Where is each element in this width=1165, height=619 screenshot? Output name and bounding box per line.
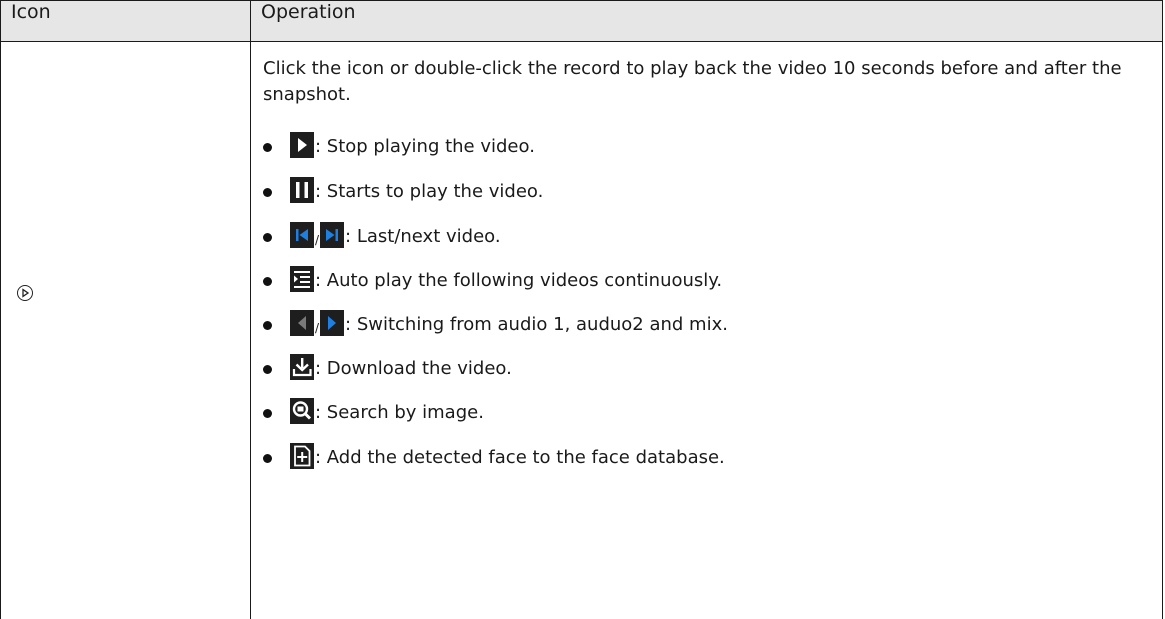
table-header-row: Icon Operation — [0, 0, 1163, 42]
list-item: : Add the detected face to the face data… — [263, 439, 725, 469]
search-by-image-icon — [290, 398, 314, 424]
add-face-icon — [290, 443, 314, 469]
play-icon — [290, 132, 314, 158]
table-row: Click the icon or double-click the recor… — [0, 41, 1163, 619]
list-item: : Search by image. — [263, 394, 484, 424]
list-item: : Stop playing the video. — [263, 128, 535, 158]
list-item-text: : Last/next video. — [345, 226, 501, 247]
list-item: : Starts to play the video. — [263, 173, 543, 203]
audio-left-icon — [290, 310, 314, 336]
list-item: : Auto play the following videos continu… — [263, 262, 722, 292]
previous-video-icon — [290, 222, 314, 248]
operation-table: Icon Operation Click the icon or double-… — [0, 0, 1163, 619]
list-item: / : Last/next video. — [263, 218, 501, 248]
auto-play-list-icon — [290, 266, 314, 292]
bullet — [263, 188, 272, 197]
next-video-icon — [320, 222, 345, 248]
icon-cell — [0, 41, 251, 619]
icon-separator: / — [315, 233, 320, 247]
bullet — [263, 365, 272, 374]
operation-cell: Click the icon or double-click the recor… — [250, 41, 1163, 619]
list-item-text: : Search by image. — [315, 402, 484, 423]
audio-right-icon — [320, 310, 345, 336]
pause-icon — [290, 177, 314, 203]
bullet — [263, 454, 272, 463]
list-item-text: : Stop playing the video. — [315, 136, 535, 157]
header-icon: Icon — [0, 0, 251, 42]
bullet — [263, 409, 272, 418]
play-circle-icon — [17, 285, 33, 301]
header-operation: Operation — [250, 0, 1163, 42]
bullet — [263, 321, 272, 330]
list-item-text: : Download the video. — [315, 358, 512, 379]
bullet — [263, 233, 272, 242]
icon-separator: / — [315, 321, 320, 335]
list-item-text: : Starts to play the video. — [315, 181, 544, 202]
list-item: : Download the video. — [263, 350, 512, 380]
list-item-text: : Add the detected face to the face data… — [315, 447, 725, 468]
bullet — [263, 143, 272, 152]
list-item-text: : Auto play the following videos continu… — [315, 270, 723, 291]
list-item-text: : Switching from audio 1, auduo2 and mix… — [345, 314, 728, 335]
bullet — [263, 277, 272, 286]
list-item: / : Switching from audio 1, auduo2 and m… — [263, 306, 728, 336]
download-icon — [290, 354, 314, 380]
operation-intro: Click the icon or double-click the recor… — [263, 58, 1122, 105]
